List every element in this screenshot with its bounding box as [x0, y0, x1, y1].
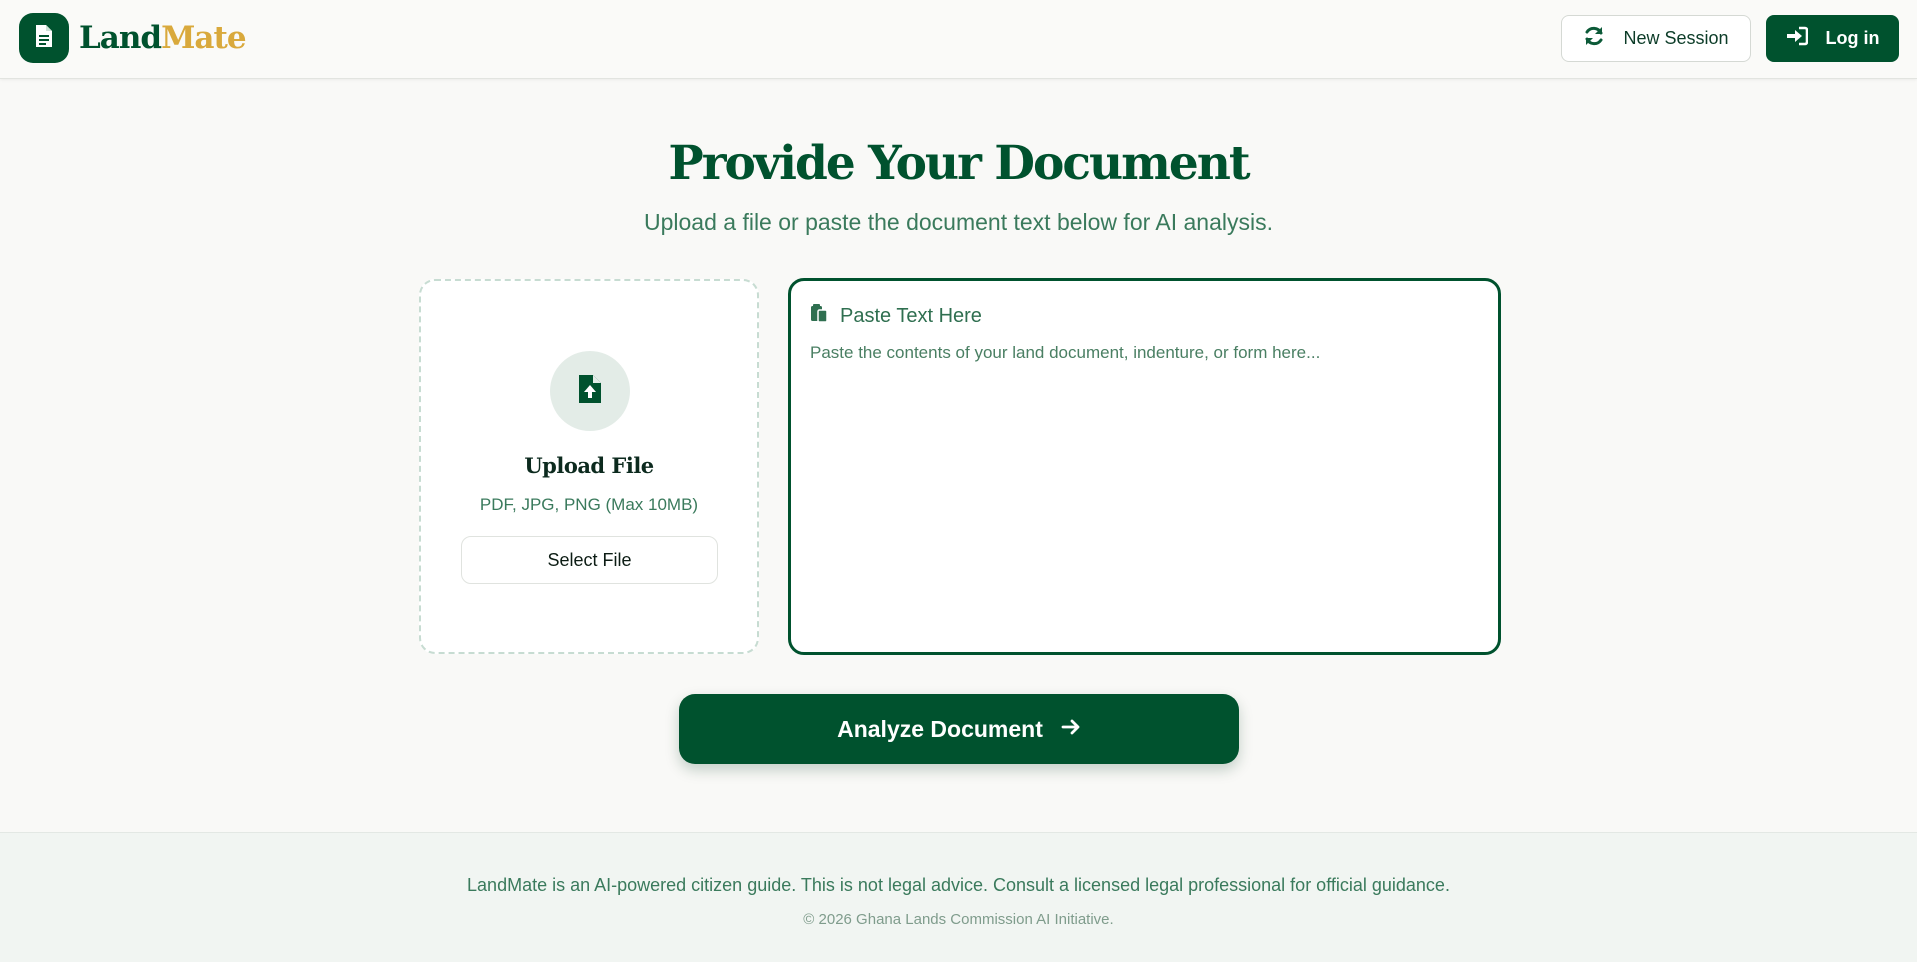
analyze-document-button[interactable]: Analyze Document: [679, 694, 1239, 764]
document-icon: [34, 24, 54, 53]
file-upload-icon: [578, 374, 602, 409]
brand-part-land: Land: [79, 20, 162, 56]
upload-hint: PDF, JPG, PNG (Max 10MB): [479, 495, 699, 514]
paste-text-label-row: Paste Text Here: [810, 301, 982, 331]
new-session-button[interactable]: New Session: [1561, 15, 1751, 62]
new-session-label: New Session: [1623, 28, 1729, 48]
upload-icon-circle: [550, 351, 630, 431]
disclaimer-text: LandMate is an AI-powered citizen guide.…: [467, 875, 1450, 895]
app-footer: LandMate is an AI-powered citizen guide.…: [0, 832, 1917, 962]
paste-text-label: Paste Text Here: [840, 304, 982, 327]
sign-in-icon: [1786, 26, 1808, 51]
page-title: Provide Your Document: [668, 136, 1250, 191]
app-header: LandMate New Session Log in: [0, 0, 1917, 79]
clipboard-icon: [810, 303, 828, 329]
page-subtitle: Upload a file or paste the document text…: [643, 209, 1274, 235]
upload-dropzone[interactable]: Upload File PDF, JPG, PNG (Max 10MB) Sel…: [419, 279, 759, 654]
paste-text-input[interactable]: [810, 343, 1480, 633]
brand-part-mate: Mate: [161, 20, 246, 56]
logo[interactable]: [19, 13, 69, 63]
brand-name[interactable]: LandMate: [79, 18, 247, 58]
login-label: Log in: [1825, 28, 1880, 48]
select-file-button[interactable]: Select File: [461, 536, 718, 584]
arrow-right-icon: [1061, 716, 1081, 743]
refresh-icon: [1583, 25, 1605, 52]
upload-title: Upload File: [524, 453, 654, 478]
copyright-text: © 2026 Ghana Lands Commission AI Initiat…: [803, 911, 1114, 928]
paste-text-card: Paste Text Here: [788, 278, 1501, 655]
login-button[interactable]: Log in: [1766, 15, 1899, 62]
analyze-label: Analyze Document: [837, 715, 1043, 742]
